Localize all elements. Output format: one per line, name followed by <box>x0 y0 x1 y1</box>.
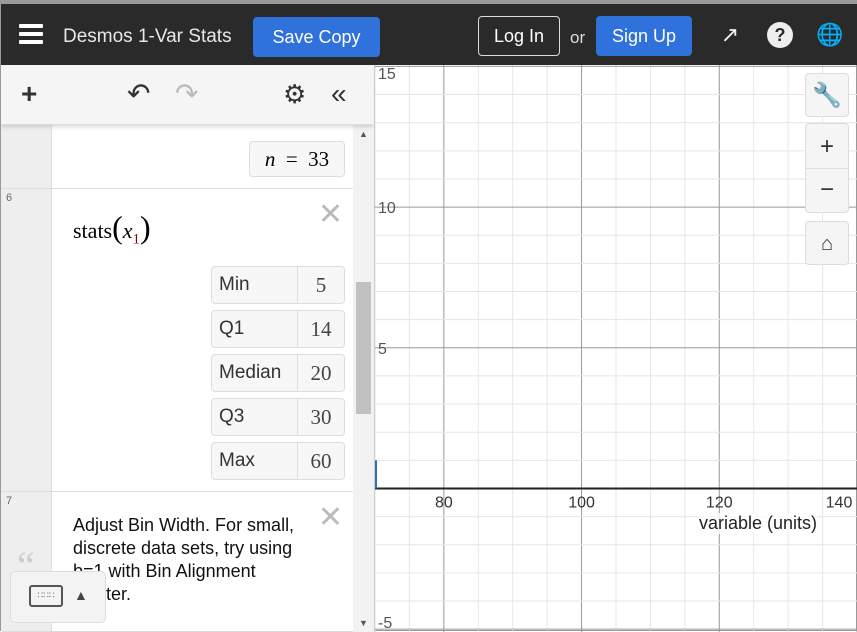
latex-var: x <box>122 218 133 243</box>
note-text[interactable]: Adjust Bin Width. For small, discrete da… <box>73 514 313 606</box>
close-icon[interactable]: ✕ <box>318 500 343 535</box>
scrollbar-thumb[interactable] <box>356 282 371 414</box>
or-label: or <box>570 28 586 47</box>
y-tick-label: 15 <box>378 66 396 83</box>
stats-row-max: Max 60 <box>211 442 345 480</box>
zoom-in-icon[interactable]: + <box>806 124 848 169</box>
collapse-icon[interactable]: « <box>331 79 347 109</box>
graph-canvas[interactable]: 80 100 120 140 15 10 5 -5 <box>375 65 857 632</box>
keyboard-toggle[interactable]: ∷∷∷ ▲ <box>10 571 106 623</box>
plus-icon[interactable]: + <box>21 79 37 109</box>
login-button[interactable]: Log In <box>478 16 560 56</box>
stat-label: Max <box>212 443 298 479</box>
scrollbar[interactable]: ▲ ▼ <box>353 125 374 632</box>
expression-index: 7 <box>6 495 13 507</box>
result-var: n <box>264 146 276 171</box>
stats-row-min: Min 5 <box>211 266 345 304</box>
y-tick-label: 10 <box>378 200 396 217</box>
expression-toolbar: + ↶ ↷ ⚙ « <box>1 65 373 125</box>
globe-icon[interactable]: 🌐 <box>816 22 843 48</box>
stat-value: 5 <box>315 273 327 297</box>
signup-button[interactable]: Sign Up <box>596 16 692 56</box>
share-icon[interactable]: ↗ <box>717 22 743 48</box>
help-icon[interactable]: ? <box>767 22 793 48</box>
redo-icon[interactable]: ↷ <box>175 79 198 109</box>
zoom-controls: + − <box>805 123 849 213</box>
undo-icon[interactable]: ↶ <box>127 79 150 109</box>
stat-value: 20 <box>310 361 332 385</box>
gear-icon[interactable]: ⚙ <box>283 79 306 109</box>
y-tick-label: 5 <box>378 341 387 358</box>
stat-label: Min <box>212 267 298 303</box>
expression-item[interactable]: n = 33 <box>1 125 353 189</box>
stat-label: Q1 <box>212 311 298 347</box>
stat-label: Median <box>212 355 298 391</box>
expression-latex[interactable]: stats(x1) <box>73 209 151 248</box>
hamburger-icon[interactable] <box>19 24 43 44</box>
wrench-icon[interactable]: 🔧 <box>805 73 849 117</box>
x-tick-label: 140 <box>826 494 853 511</box>
latex-sub: 1 <box>132 231 141 248</box>
caret-up-icon: ▲ <box>74 587 88 603</box>
stats-row-q1: Q1 14 <box>211 310 345 348</box>
stat-value: 60 <box>310 449 332 473</box>
result-op: = <box>285 146 298 171</box>
x-tick-label: 80 <box>435 494 453 511</box>
zoom-out-icon[interactable]: − <box>806 169 848 213</box>
expression-index: 6 <box>6 192 13 204</box>
home-icon[interactable]: ⌂ <box>805 221 849 265</box>
x-axis-label: variable (units) <box>699 513 818 534</box>
stats-row-q3: Q3 30 <box>211 398 345 436</box>
app-title: Desmos 1-Var Stats <box>63 26 232 47</box>
latex-fn: stats <box>73 218 113 243</box>
scroll-up-icon[interactable]: ▲ <box>359 129 368 139</box>
stat-value: 14 <box>310 317 332 341</box>
result-value: 33 <box>308 146 330 171</box>
count-result: n = 33 <box>249 141 345 177</box>
close-icon[interactable]: ✕ <box>318 197 343 232</box>
scroll-down-icon[interactable]: ▼ <box>359 618 368 628</box>
x-tick-label: 100 <box>568 494 595 511</box>
stats-row-median: Median 20 <box>211 354 345 392</box>
y-tick-label: -5 <box>378 615 392 632</box>
save-copy-button[interactable]: Save Copy <box>253 17 380 57</box>
top-bar: Desmos 1-Var Stats Save Copy Log In or S… <box>1 1 857 65</box>
keyboard-icon: ∷∷∷ <box>29 585 63 607</box>
stat-value: 30 <box>310 405 332 429</box>
stat-label: Q3 <box>212 399 298 435</box>
x-tick-label: 120 <box>706 494 733 511</box>
